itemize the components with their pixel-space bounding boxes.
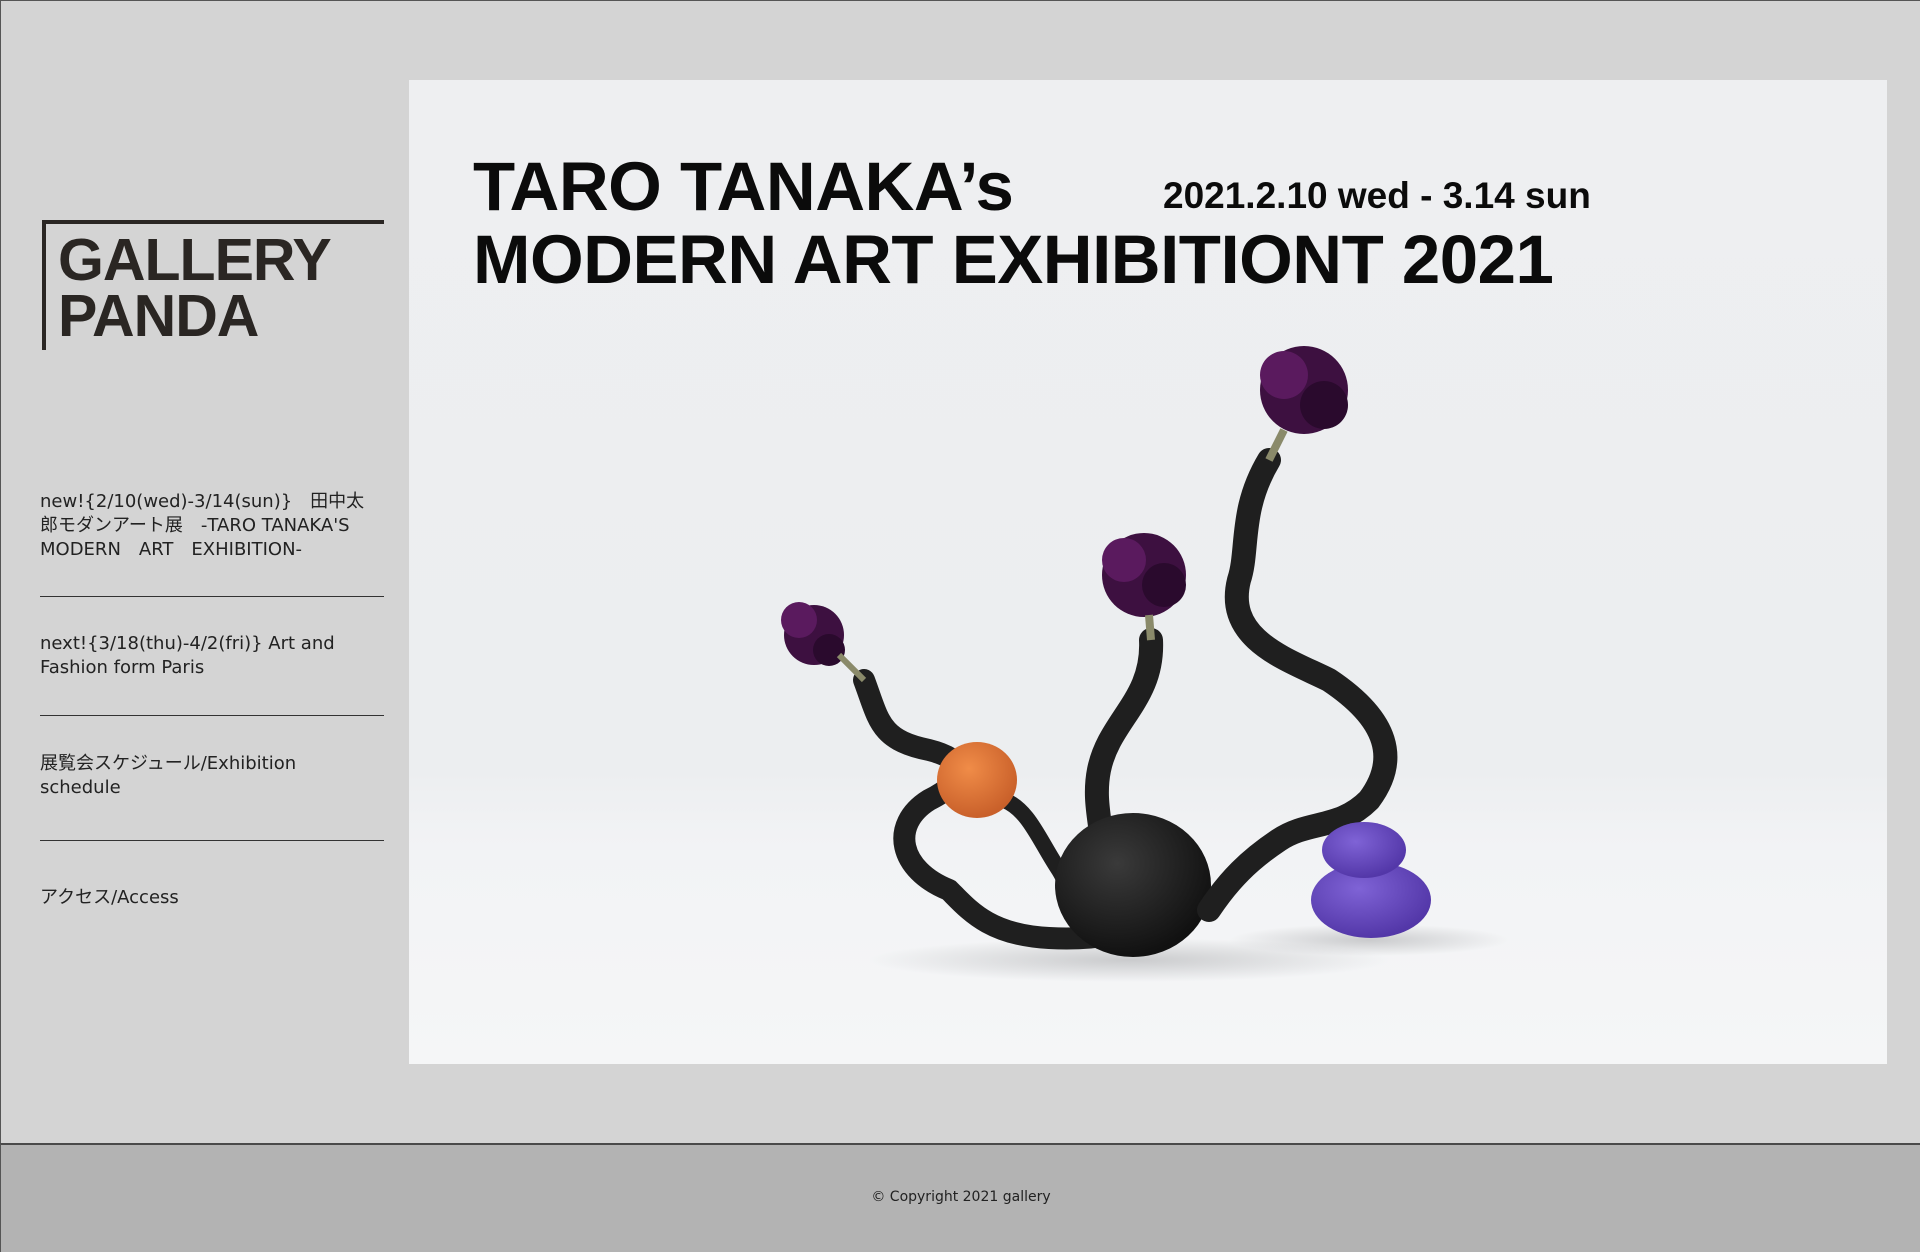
nav-divider [40, 715, 384, 716]
exhibition-title-line2: MODERN ART EXHIBITIONT 2021 [473, 221, 1554, 298]
nav-item-next-exhibition[interactable]: next!{3/18(thu)-4/2(fri)} Art and Fashio… [40, 632, 350, 680]
black-ball [1055, 813, 1211, 957]
nav-item-exhibition-schedule[interactable]: 展覧会スケジュール/Exhibition schedule [40, 752, 330, 800]
purple-ball-top [1322, 822, 1406, 878]
logo-bar-top [42, 220, 384, 224]
nav-item-access[interactable]: アクセス/Access [40, 886, 179, 910]
gallery-logo[interactable]: GALLERY PANDA [42, 220, 384, 350]
hero-banner[interactable]: TARO TANAKA’s MODERN ART EXHIBITIONT 202… [409, 80, 1887, 1064]
flower-right [1260, 346, 1348, 462]
exhibition-date: 2021.2.10 wed - 3.14 sun [1163, 175, 1591, 216]
logo-bar-left [42, 220, 46, 350]
orange-ball [937, 742, 1017, 818]
footer: © Copyright 2021 gallery [0, 1143, 1920, 1252]
flower-left [781, 602, 867, 683]
nav-item-current-exhibition[interactable]: new!{2/10(wed)-3/14(sun)} 田中太郎モダンアート展 -T… [40, 490, 380, 562]
logo-text: GALLERY PANDA [58, 227, 332, 349]
flower-middle [1102, 533, 1186, 641]
nav-divider [40, 596, 384, 597]
nav-divider [40, 840, 384, 841]
copyright-text: © Copyright 2021 gallery [871, 1189, 1051, 1205]
exhibition-title: TARO TANAKA’s MODERN ART EXHIBITIONT 202… [473, 150, 1554, 298]
